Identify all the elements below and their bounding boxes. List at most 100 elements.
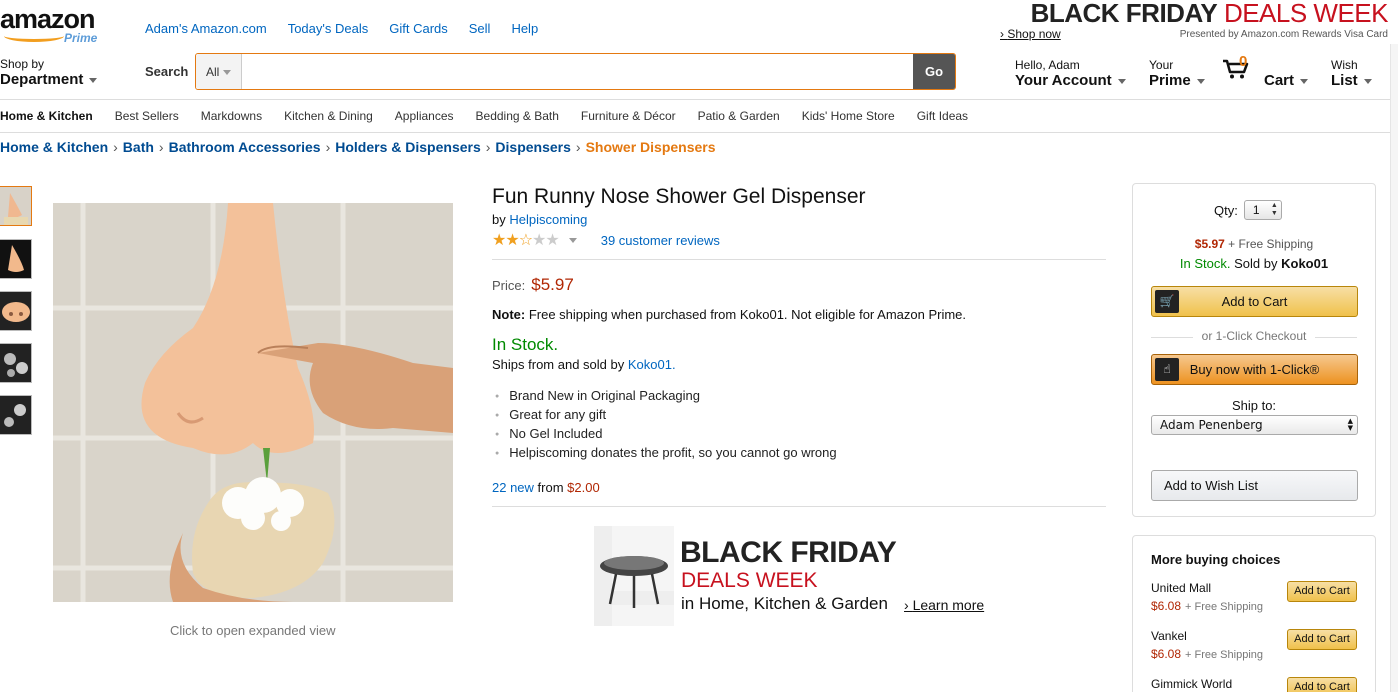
top-link-my-amazon[interactable]: Adam's Amazon.com [145,21,267,36]
more-buying-title: More buying choices [1151,552,1281,567]
customer-reviews-link[interactable]: 39 customer reviews [601,233,720,248]
image-caption[interactable]: Click to open expanded view [170,623,336,638]
offer-price: $6.08 [1151,599,1182,613]
black-friday-ad[interactable]: BLACK FRIDAY DEALS WEEK in Home, Kitchen… [594,526,994,626]
new-offers-price: $2.00 [567,480,600,495]
main-product-image[interactable] [53,203,453,602]
shop-by-department[interactable]: Shop by Department [0,57,98,88]
list-item: Helpiscoming donates the profit, so you … [495,443,836,462]
top-link-sell[interactable]: Sell [469,21,491,36]
breadcrumb-item[interactable]: Bathroom Accessories [169,139,321,155]
offer-seller[interactable]: Gimmick World [1151,677,1232,691]
nav-bedding-bath[interactable]: Bedding & Bath [476,109,559,123]
offer-add-to-cart-button[interactable]: Add to Cart [1287,581,1357,602]
nav-kitchen-dining[interactable]: Kitchen & Dining [284,109,373,123]
nav-gift-ideas[interactable]: Gift Ideas [917,109,968,123]
breadcrumb-item[interactable]: Home & Kitchen [0,139,108,155]
offer-row: Gimmick World Add to Cart [1151,677,1361,692]
chevron-down-icon [1363,78,1372,84]
banner-black-friday: BLACK FRIDAY [1030,0,1218,28]
search-bar: All Go [195,53,956,90]
price-label: Price: [492,278,526,293]
banner-shop-now-link[interactable]: › Shop now [1000,27,1061,41]
cart-icon: 🛒 [1155,290,1179,313]
nav-furniture-decor[interactable]: Furniture & Décor [581,109,676,123]
thumbnail-image [0,292,31,330]
more-buying-choices: More buying choices United Mall $6.08 + F… [1132,535,1376,692]
chevron-down-icon [1196,78,1205,84]
logo-smile-icon [4,30,64,42]
offer-price: $6.08 [1151,647,1182,661]
nav-home-kitchen[interactable]: Home & Kitchen [0,109,93,123]
your-prime-menu[interactable]: Your Prime [1149,57,1205,89]
nav-best-sellers[interactable]: Best Sellers [115,109,179,123]
nav-patio-garden[interactable]: Patio & Garden [698,109,780,123]
new-offers-link[interactable]: 22 new [492,480,534,495]
price-row: Price: $5.97 [492,275,574,295]
amazon-logo[interactable]: amazon Prime [0,6,110,46]
nav-kids-home-store[interactable]: Kids' Home Store [802,109,895,123]
star-rating-icon[interactable]: ★★☆★★ [492,230,560,250]
nose-dispenser-photo [53,203,453,602]
fire-pit-image [594,526,674,626]
page-scrollbar[interactable] [1390,44,1398,692]
top-link-gift-cards[interactable]: Gift Cards [389,21,448,36]
cart-button[interactable]: 0 Cart [1222,53,1312,89]
offer-seller[interactable]: United Mall [1151,581,1211,595]
divider [492,506,1106,507]
ad-learn-more-link[interactable]: › Learn more [904,597,984,613]
product-title: Fun Runny Nose Shower Gel Dispenser [492,185,866,208]
offer-seller[interactable]: Vankel [1151,629,1187,643]
chevron-down-icon [89,77,98,83]
ad-deals-week: DEALS WEEK [681,569,818,592]
black-friday-banner[interactable]: BLACK FRIDAY DEALS WEEK › Shop now Prese… [998,0,1398,44]
thumbnail-4[interactable] [0,343,32,383]
buybox-stock: In Stock. Sold by Koko01 [1179,256,1329,271]
ad-black-friday: BLACK FRIDAY [680,536,897,569]
search-go-button[interactable]: Go [913,54,955,89]
rating-row: ★★☆★★ 39 customer reviews [492,230,720,250]
breadcrumb: Home & Kitchen › Bath › Bathroom Accessories… [0,139,716,155]
logo-prime-text: Prime [64,31,98,45]
add-to-cart-button[interactable]: 🛒 Add to Cart [1151,286,1358,317]
breadcrumb-item[interactable]: Bath [123,139,154,155]
cart-count: 0 [1239,53,1248,70]
search-category-dropdown[interactable]: All [196,54,242,89]
brand-link[interactable]: Helpiscoming [509,212,587,227]
quantity-row: Qty: 1 ▲ ▼ [1214,200,1282,220]
wish-list-menu[interactable]: Wish List [1331,57,1372,89]
thumbnail-5[interactable] [0,395,32,435]
buybox-seller: Koko01 [1281,256,1329,271]
top-link-todays-deals[interactable]: Today's Deals [288,21,369,36]
add-to-wish-list-button[interactable]: Add to Wish List [1151,470,1358,501]
department-label: Department [0,71,84,88]
buy-now-one-click-button[interactable]: ☝ Buy now with 1-Click® [1151,354,1358,385]
thumbnail-1[interactable] [0,186,32,226]
seller-link[interactable]: Koko01. [628,357,676,372]
offer-add-to-cart-button[interactable]: Add to Cart [1287,677,1357,692]
ships-from: Ships from and sold by Koko01. [492,357,676,372]
ship-to-select[interactable]: Adam Penenberg ▲ ▼ [1151,415,1358,435]
chevron-down-icon[interactable] [568,237,577,243]
top-link-help[interactable]: Help [511,21,538,36]
banner-presented-by: Presented by Amazon.com Rewards Visa Car… [1179,29,1388,40]
chevron-down-icon [1117,78,1126,84]
thumbnail-3[interactable] [0,291,32,331]
breadcrumb-item[interactable]: Holders & Dispensers [335,139,481,155]
feature-bullets: Brand New in Original Packaging Great fo… [495,386,836,462]
logo-text: amazon [0,4,96,34]
ad-subtitle: in Home, Kitchen & Garden [681,594,888,613]
chevron-down-icon [1300,78,1309,84]
search-input[interactable] [242,54,913,89]
quantity-select[interactable]: 1 ▲ ▼ [1243,200,1282,220]
breadcrumb-item[interactable]: Dispensers [495,139,570,155]
your-account-menu[interactable]: Hello, Adam Your Account [1015,57,1126,89]
nav-appliances[interactable]: Appliances [395,109,454,123]
top-links: Adam's Amazon.com Today's Deals Gift Car… [145,21,538,36]
buy-box: Qty: 1 ▲ ▼ $5.97 + Free Shipping In Stock.… [1132,183,1376,517]
offer-add-to-cart-button[interactable]: Add to Cart [1287,629,1357,650]
nav-markdowns[interactable]: Markdowns [201,109,262,123]
search-label: Search [145,64,189,79]
thumbnail-2[interactable] [0,239,32,279]
thumbnail-image [0,344,31,382]
